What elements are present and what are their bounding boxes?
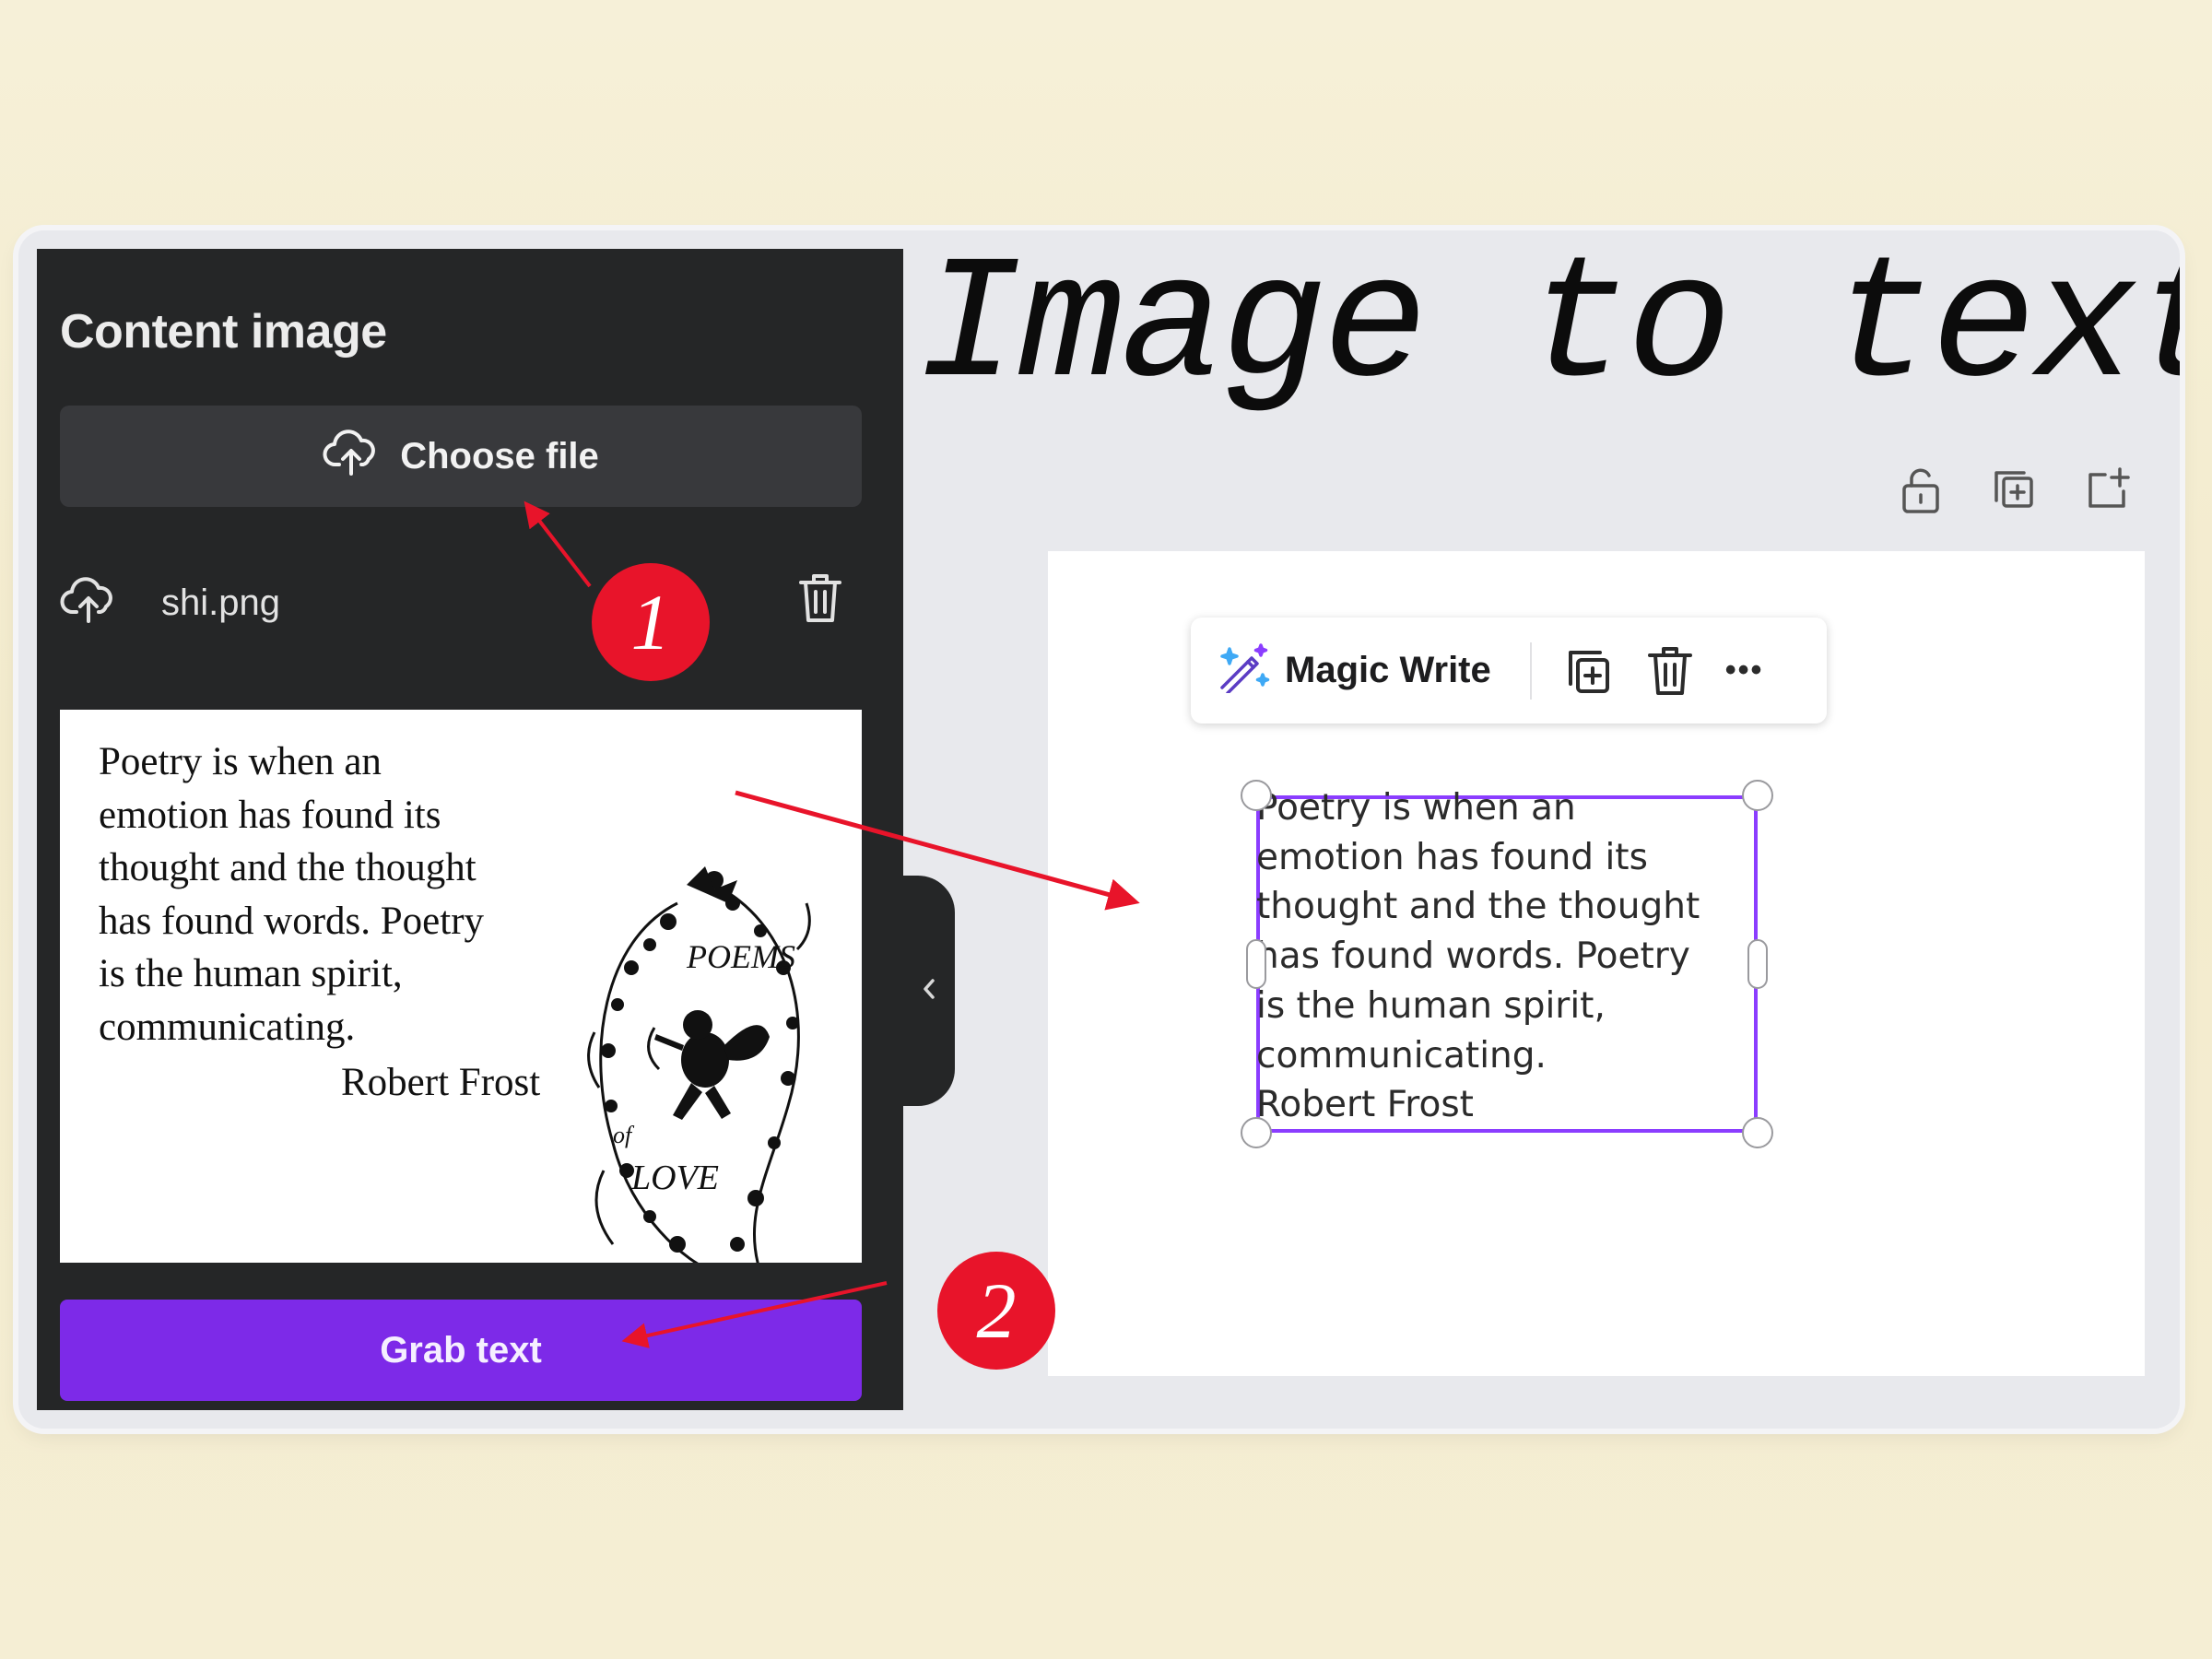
step-2-badge: 2 [937, 1252, 1055, 1370]
annotation-arrows [524, 500, 1140, 1348]
arrow-to-choose-file [524, 500, 592, 588]
step-1-badge: 1 [592, 563, 710, 681]
arrow-to-text-box [735, 790, 1140, 911]
arrow-to-grab-text [621, 1281, 888, 1348]
